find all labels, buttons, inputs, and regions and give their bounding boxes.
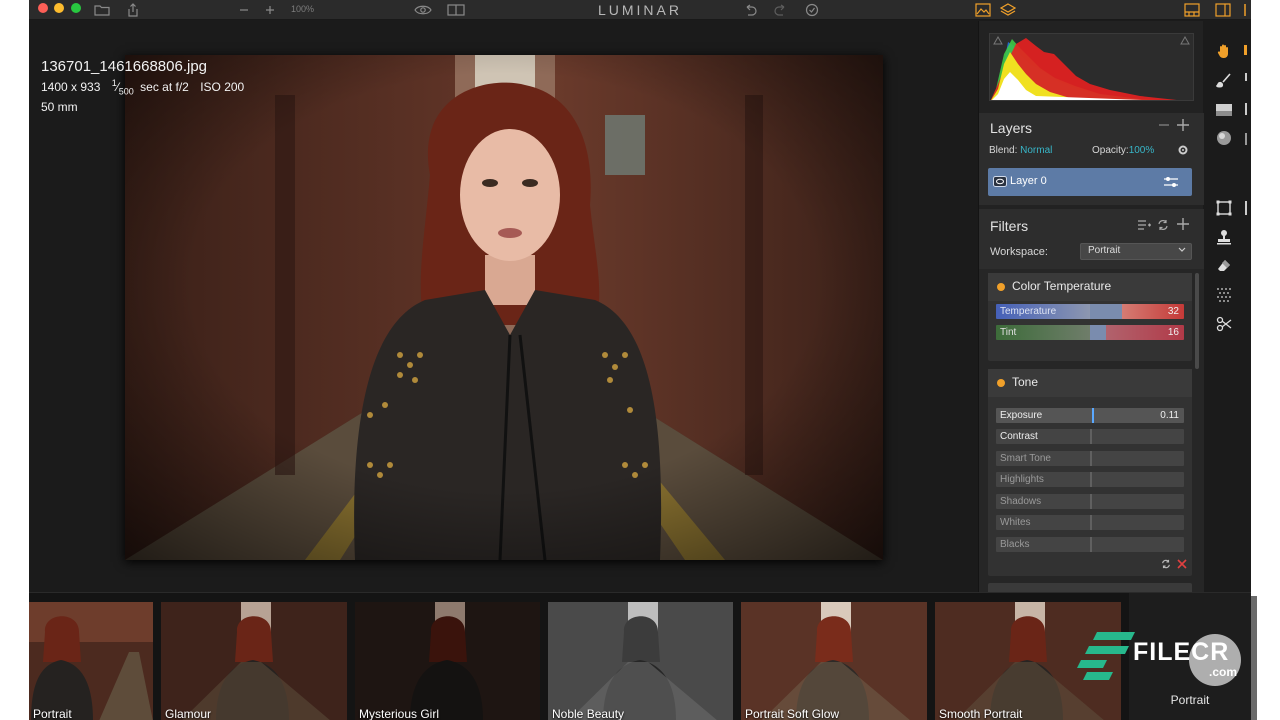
image-dimensions: 1400 x 933	[41, 80, 101, 94]
shadows-slider[interactable]: Shadows	[996, 494, 1184, 509]
add-filter-icon[interactable]	[1177, 217, 1189, 235]
exposure-slider[interactable]: Exposure 0.11	[996, 408, 1184, 423]
reset-filter-icon[interactable]	[1161, 558, 1171, 572]
add-filter-list-icon[interactable]	[1137, 218, 1151, 235]
title-bar: 100% LUMINAR	[29, 0, 1251, 20]
side-panel-icon[interactable]	[1214, 2, 1232, 18]
maximize-window-button[interactable]	[71, 3, 81, 13]
filter-color-temperature[interactable]: Color Temperature Temperature 32 Tint 16	[988, 273, 1192, 361]
layer-name: Layer 0	[1010, 175, 1047, 187]
watermark: FILECR .com	[1077, 628, 1247, 688]
tool-strip	[1204, 21, 1251, 592]
photo-preview[interactable]	[125, 55, 883, 560]
add-layer-icon[interactable]	[1177, 118, 1189, 136]
overflow-indicator	[1245, 103, 1247, 115]
zoom-level[interactable]: 100%	[291, 4, 314, 14]
image-canvas[interactable]: 136701_1461668806.jpg 1400 x 933 1⁄500 s…	[29, 21, 978, 592]
eye-icon[interactable]	[413, 2, 433, 18]
layers-panel: Layers Blend: Normal Opacity:100% Layer …	[979, 113, 1204, 205]
zoom-in-icon[interactable]	[263, 2, 277, 18]
layer-settings-icon[interactable]	[1163, 176, 1179, 191]
overflow-indicator	[1245, 73, 1247, 81]
chevron-down-icon	[1178, 245, 1186, 258]
layers-icon[interactable]	[999, 2, 1017, 18]
smart-tone-slider[interactable]: Smart Tone	[996, 451, 1184, 466]
overflow-indicator	[1241, 2, 1249, 18]
refresh-icon[interactable]	[1157, 218, 1169, 235]
visibility-eye-icon[interactable]	[993, 176, 1007, 190]
filters-panel: Filters Workspace: Portrait Color Temper…	[979, 209, 1204, 603]
shutter-speed: 1⁄500	[111, 78, 134, 97]
share-icon[interactable]	[125, 2, 141, 18]
aperture: sec at f/2	[140, 80, 189, 94]
layers-title: Layers	[990, 120, 1033, 136]
blacks-slider[interactable]: Blacks	[996, 537, 1184, 552]
minimize-window-button[interactable]	[54, 3, 64, 13]
background-edge	[1251, 0, 1280, 720]
folder-icon[interactable]	[93, 2, 111, 18]
right-panel: Layers Blend: Normal Opacity:100% Layer …	[978, 21, 1204, 603]
filters-scrollbar[interactable]	[1195, 273, 1199, 369]
watermark-suffix: .com	[1209, 665, 1238, 679]
preset-category-label: Portrait	[1170, 693, 1210, 707]
zoom-out-icon[interactable]	[237, 2, 251, 18]
overflow-indicator	[1245, 201, 1247, 215]
highlights-slider[interactable]: Highlights	[996, 472, 1184, 487]
focal-length: 50 mm	[41, 100, 78, 115]
filter-title: Color Temperature	[1012, 279, 1112, 293]
whites-slider[interactable]: Whites	[996, 515, 1184, 530]
iso: ISO 200	[200, 80, 245, 94]
crop-icon[interactable]	[1213, 199, 1235, 217]
brush-icon[interactable]	[1213, 71, 1235, 89]
noise-icon[interactable]	[1213, 286, 1235, 304]
filter-enabled-dot[interactable]	[997, 283, 1005, 291]
compare-icon[interactable]	[446, 2, 466, 18]
workspace-label: Workspace:	[990, 246, 1048, 258]
presets-strip: Portrait Glamour Mysterious Girl Noble B…	[29, 592, 1251, 720]
transform-icon[interactable]	[1213, 315, 1235, 333]
contrast-slider[interactable]: Contrast	[996, 429, 1184, 444]
gradient-icon[interactable]	[1213, 101, 1235, 119]
temperature-slider[interactable]: Temperature 32	[996, 304, 1184, 319]
overflow-indicator	[1245, 133, 1247, 145]
clone-stamp-icon[interactable]	[1213, 228, 1235, 246]
preset-noble-beauty[interactable]: Noble Beauty	[548, 602, 733, 720]
file-name: 136701_1461668806.jpg	[41, 58, 208, 75]
histogram	[989, 33, 1194, 101]
filmstrip-icon[interactable]	[1183, 2, 1201, 18]
filter-tone[interactable]: Tone Exposure 0.11 Contrast Smart Tone H…	[988, 369, 1192, 576]
watermark-text: FILECR	[1133, 638, 1230, 666]
preset-glamour[interactable]: Glamour	[161, 602, 347, 720]
close-window-button[interactable]	[38, 3, 48, 13]
presets-icon[interactable]	[974, 2, 992, 18]
file-info: 136701_1461668806.jpg 1400 x 933 1⁄500 s…	[41, 59, 252, 115]
layer-row[interactable]: Layer 0	[988, 168, 1192, 196]
filter-title: Tone	[1012, 375, 1039, 389]
history-icon[interactable]	[804, 2, 820, 18]
redo-icon[interactable]	[773, 2, 789, 18]
preset-portrait-soft-glow[interactable]: Portrait Soft Glow	[741, 602, 927, 720]
opacity-control[interactable]: Opacity:100%	[1092, 145, 1154, 156]
blend-mode[interactable]: Blend: Normal	[989, 145, 1052, 156]
hand-icon[interactable]	[1213, 42, 1235, 60]
filters-title: Filters	[990, 218, 1029, 234]
remove-filter-icon[interactable]	[1177, 558, 1187, 572]
radial-icon[interactable]	[1213, 129, 1235, 147]
preset-portrait[interactable]: Portrait	[29, 602, 153, 720]
gear-icon[interactable]	[1177, 143, 1189, 160]
filter-enabled-dot[interactable]	[997, 379, 1005, 387]
preset-mysterious-girl[interactable]: Mysterious Girl	[355, 602, 540, 720]
overflow-indicator	[1244, 45, 1247, 55]
workspace-select[interactable]: Portrait	[1080, 243, 1192, 260]
exposure-info: 1400 x 933 1⁄500 sec at f/2 ISO 200	[41, 75, 252, 99]
tint-slider[interactable]: Tint 16	[996, 325, 1184, 340]
eraser-icon[interactable]	[1213, 257, 1235, 275]
luminar-window: 100% LUMINAR 136701_1461668806.jpg 1400 …	[29, 0, 1251, 720]
collapse-icon[interactable]	[1159, 118, 1169, 136]
app-title: LUMINAR	[597, 2, 682, 18]
undo-icon[interactable]	[742, 2, 758, 18]
